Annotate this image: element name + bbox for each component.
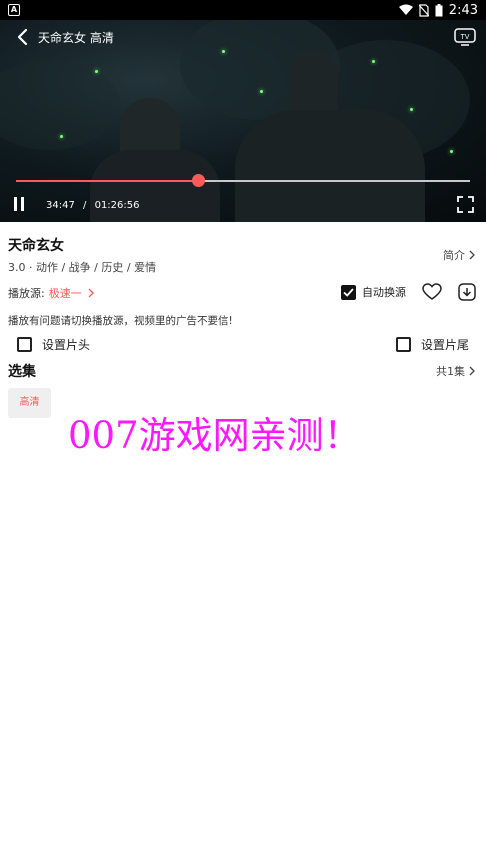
fullscreen-icon[interactable]	[457, 196, 474, 213]
firefly	[60, 135, 63, 138]
chevron-right-icon	[469, 366, 475, 376]
firefly	[260, 90, 263, 93]
firefly	[372, 60, 375, 63]
progress-track[interactable]	[16, 174, 470, 187]
source-value[interactable]: 极速一	[49, 285, 82, 301]
status-bar: A 2:43	[0, 0, 486, 20]
svg-text:TV: TV	[461, 34, 470, 41]
no-sim-icon	[418, 3, 429, 17]
episode-chip[interactable]: 高清	[8, 388, 51, 418]
progress-fill	[16, 180, 198, 182]
intro-label: 简介	[443, 249, 465, 262]
wifi-icon	[398, 4, 413, 15]
episodes-count: 共1集	[436, 365, 465, 378]
download-icon[interactable]	[458, 283, 476, 301]
firefly	[450, 150, 453, 153]
progress-thumb[interactable]	[191, 174, 205, 187]
battery-icon	[435, 3, 443, 16]
heart-icon[interactable]	[422, 283, 442, 301]
source-selector[interactable]: 播放源: 极速一	[8, 285, 96, 301]
back-icon[interactable]	[14, 28, 32, 46]
set-outro-option[interactable]: 设置片尾	[396, 336, 469, 353]
set-intro-option[interactable]: 设置片头	[17, 336, 90, 353]
show-meta: 3.0 · 动作 / 战争 / 历史 / 爱情	[8, 261, 157, 274]
chevron-right-icon	[469, 250, 475, 260]
time-separator: /	[83, 200, 87, 211]
tv-cast-icon[interactable]: TV	[454, 27, 476, 47]
playback-notice: 播放有问题请切换播放源，视频里的广告不要信!	[8, 315, 233, 327]
chevron-right-icon	[88, 288, 94, 298]
notification-a-icon: A	[8, 4, 20, 16]
duration: 01:26:56	[94, 200, 140, 211]
video-player[interactable]: 天命玄女 高清 TV 34:47 / 01:26:56	[0, 20, 486, 222]
show-title: 天命玄女	[8, 238, 64, 254]
firefly	[410, 108, 413, 111]
player-top-bar: 天命玄女 高清 TV	[0, 20, 486, 56]
checkbox-icon[interactable]	[396, 337, 411, 352]
watermark-text: 007游戏网亲测！	[68, 414, 361, 457]
checkbox-icon[interactable]	[17, 337, 32, 352]
set-outro-label: 设置片尾	[421, 338, 470, 352]
clock: 2:43	[448, 2, 478, 18]
pause-icon[interactable]	[11, 196, 27, 212]
firefly	[95, 70, 98, 73]
checkbox-checked-icon[interactable]	[341, 284, 356, 300]
status-icons: 2:43	[398, 2, 478, 18]
time-display: 34:47 / 01:26:56	[46, 200, 140, 211]
current-time: 34:47	[46, 200, 75, 211]
source-label: 播放源:	[8, 287, 45, 300]
episodes-heading: 选集	[8, 364, 36, 380]
set-intro-label: 设置片头	[42, 338, 91, 352]
auto-switch-toggle[interactable]: 自动换源	[341, 284, 406, 300]
figure-right-body	[235, 110, 425, 222]
intro-link[interactable]: 简介	[443, 247, 476, 263]
video-title: 天命玄女 高清	[38, 31, 114, 45]
episodes-count-link[interactable]: 共1集	[436, 363, 476, 379]
auto-switch-label: 自动换源	[362, 286, 406, 299]
